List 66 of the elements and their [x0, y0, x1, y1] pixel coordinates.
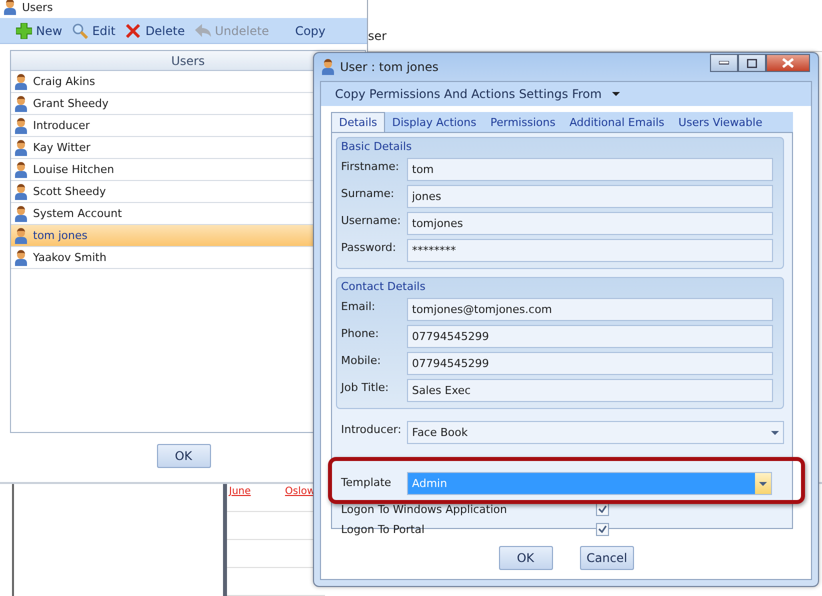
maximize-icon: [747, 58, 757, 68]
close-icon: [782, 58, 794, 68]
user-icon: [15, 140, 27, 156]
toolbar-button[interactable]: New: [14, 20, 64, 40]
tab[interactable]: Details: [331, 112, 386, 132]
magnifier-icon: [72, 22, 88, 38]
ok-button[interactable]: OK: [156, 444, 210, 468]
text-field[interactable]: tom: [407, 158, 773, 181]
minimize-icon: [719, 61, 729, 65]
minimize-button[interactable]: [710, 54, 738, 72]
user-name: tom jones: [33, 229, 88, 242]
checkbox-label: Logon To Portal: [341, 522, 426, 536]
user-name: Grant Sheedy: [33, 97, 109, 110]
user-name: Kay Witter: [33, 141, 90, 154]
back-arrow-icon: [194, 24, 211, 38]
toolbar-button[interactable]: Edit: [70, 20, 118, 40]
dialog-button[interactable]: Cancel: [580, 546, 634, 570]
user-name: Scott Sheedy: [33, 185, 106, 198]
caret-icon: [771, 430, 779, 434]
user-icon: [15, 184, 27, 200]
field-label: Mobile:: [341, 353, 382, 367]
user-icon: [15, 96, 27, 112]
user-icon: [322, 59, 334, 75]
introducer-dropdown[interactable]: Face Book: [407, 421, 784, 444]
text-field[interactable]: ********: [407, 239, 773, 262]
field-label: Phone:: [341, 326, 380, 340]
maximize-button[interactable]: [738, 54, 766, 72]
dialog-button[interactable]: OK: [498, 546, 552, 570]
close-button[interactable]: [766, 54, 810, 72]
user-icon: [15, 228, 27, 244]
field-label: Job Title:: [341, 380, 390, 394]
toolbar-button[interactable]: Copy: [293, 22, 328, 40]
plus-icon: [16, 22, 32, 38]
text-field[interactable]: Sales Exec: [407, 379, 773, 402]
field-label: Email:: [341, 299, 376, 313]
user-name: Yaakov Smith: [33, 251, 106, 264]
tab[interactable]: Users Viewable: [671, 112, 770, 132]
window-title: Users: [22, 0, 53, 14]
user-icon: [4, 0, 16, 15]
field-label: Introducer:: [341, 422, 402, 436]
text-field[interactable]: 07794545299: [407, 325, 773, 348]
user-icon: [15, 118, 27, 134]
column-label: ser: [368, 29, 387, 43]
user-name: Craig Akins: [33, 75, 96, 88]
user-icon: [15, 74, 27, 90]
user-icon: [15, 162, 27, 178]
checkbox-label: Logon To Windows Application: [341, 502, 508, 516]
caret-icon: [612, 92, 620, 96]
cross-icon: [125, 22, 142, 38]
checkbox[interactable]: [596, 522, 609, 536]
tab[interactable]: Display Actions: [385, 112, 484, 132]
user-icon: [15, 206, 27, 222]
user-name: Louise Hitchen: [33, 163, 114, 176]
toolbar-button[interactable]: Delete: [123, 20, 187, 40]
field-label: Template: [341, 475, 392, 489]
text-field[interactable]: 07794545299: [407, 352, 773, 375]
text-field[interactable]: jones: [407, 185, 773, 208]
user-name: Introducer: [33, 119, 90, 132]
text-field[interactable]: tomjones@tomjones.com: [407, 298, 773, 321]
tab[interactable]: Additional Emails: [562, 112, 672, 132]
user-icon: [15, 250, 27, 266]
group-title: Contact Details: [341, 280, 426, 292]
text-field[interactable]: tomjones: [407, 212, 773, 235]
tab[interactable]: Permissions: [483, 112, 562, 132]
user-name: System Account: [33, 207, 122, 220]
caret-icon: [759, 482, 767, 486]
